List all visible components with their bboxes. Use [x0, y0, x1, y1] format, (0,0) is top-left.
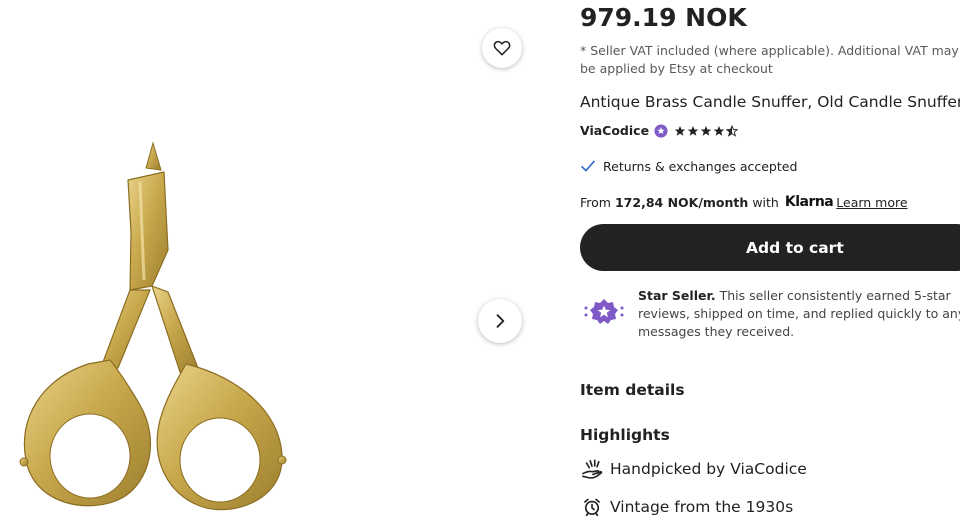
star-full-icon [713, 125, 725, 136]
product-image-gallery [0, 0, 545, 521]
shop-name-link[interactable]: ViaCodice [580, 123, 649, 138]
star-seller-description: Star Seller. This seller consistently ea… [638, 287, 960, 341]
highlight-handpicked: Handpicked by ViaCodice [580, 459, 807, 479]
check-icon [581, 160, 595, 172]
klarna-amount: 172,84 NOK/month [614, 194, 749, 210]
seller-row: ViaCodice [580, 123, 739, 138]
star-full-icon [700, 125, 712, 136]
returns-text: Returns & exchanges accepted [603, 158, 798, 174]
klarna-from: From [580, 194, 611, 210]
price: 979.19 NOK [580, 3, 747, 32]
highlight-vintage: Vintage from the 1930s [580, 497, 793, 517]
star-seller-label: Star Seller. [638, 288, 716, 303]
item-details-toggle[interactable]: Item details [580, 381, 685, 399]
product-image-candle-snuffer [19, 141, 287, 511]
klarna-learn-more-link[interactable]: Learn more [836, 195, 907, 210]
star-seller-badge-icon [584, 299, 624, 324]
favorite-button[interactable] [482, 28, 522, 68]
star-full-icon [674, 125, 686, 136]
rating-stars[interactable] [674, 124, 739, 137]
klarna-logo: Klarna [784, 194, 834, 210]
heart-icon [493, 40, 511, 56]
klarna-financing: From 172,84 NOK/month with Klarna Learn … [580, 194, 908, 210]
star-full-icon [687, 125, 699, 136]
star-seller-badge-icon [654, 123, 668, 138]
handpicked-shop-link[interactable]: ViaCodice [730, 460, 807, 478]
listing-title: Antique Brass Candle Snuffer, Old Candle… [580, 93, 960, 111]
alarm-clock-icon [584, 498, 600, 517]
next-image-button[interactable] [478, 299, 522, 343]
star-half-icon [726, 124, 739, 137]
chevron-right-icon [496, 314, 505, 328]
returns-info: Returns & exchanges accepted [580, 158, 797, 174]
highlights-heading: Highlights [580, 426, 670, 444]
vintage-text: Vintage from the 1930s [610, 498, 794, 516]
vat-note: * Seller VAT included (where applicable)… [580, 43, 959, 76]
klarna-with: with [752, 194, 779, 210]
add-to-cart-button[interactable]: Add to cart [580, 224, 960, 271]
hand-icon [582, 459, 603, 479]
handpicked-prefix: Handpicked by [610, 460, 726, 478]
